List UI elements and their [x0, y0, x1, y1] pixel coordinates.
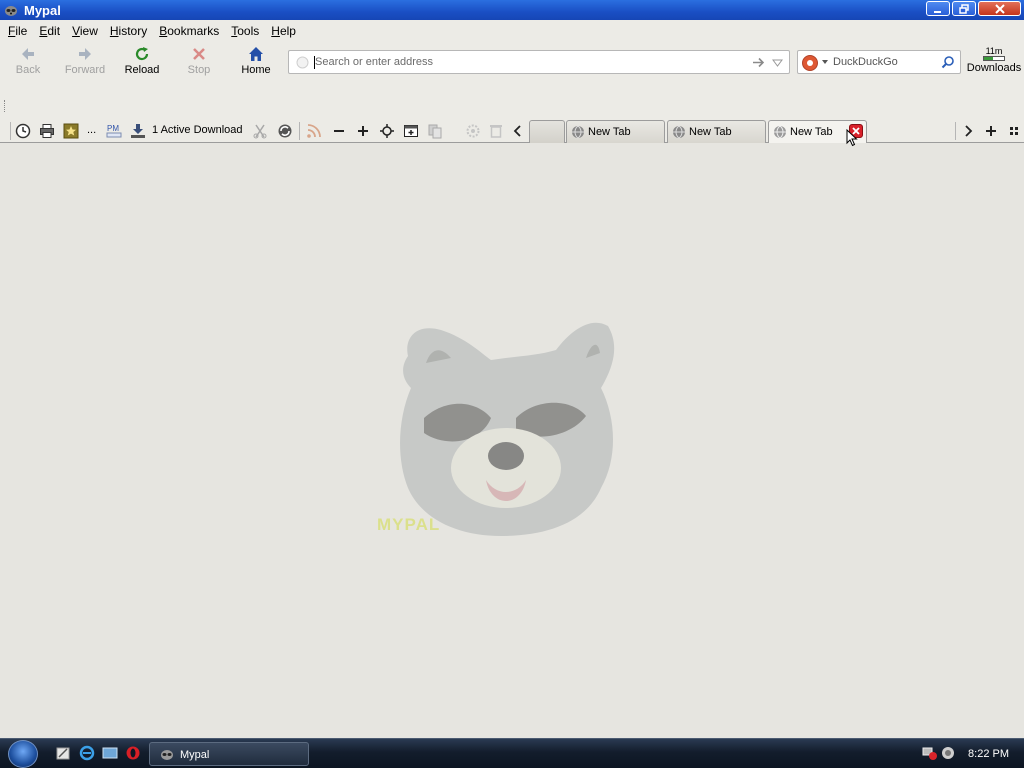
mouse-cursor-icon: [846, 129, 858, 147]
back-button[interactable]: Back: [1, 44, 55, 80]
scroll-tabs-left-icon[interactable]: [509, 122, 527, 140]
system-clock[interactable]: 8:22 PM: [968, 748, 1009, 760]
trash-icon[interactable]: [487, 122, 505, 140]
home-icon: [249, 47, 263, 61]
network-tray-icon[interactable]: [922, 745, 938, 761]
menu-tools[interactable]: Tools: [225, 24, 265, 38]
new-tab-plus-icon[interactable]: [982, 122, 1000, 140]
menu-bar: File Edit View History Bookmarks Tools H…: [0, 20, 1024, 42]
menu-view[interactable]: View: [66, 24, 104, 38]
back-label: Back: [15, 64, 41, 76]
address-placeholder: Search or enter address: [315, 56, 434, 68]
search-icon[interactable]: [941, 55, 955, 69]
raccoon-app-icon: [161, 750, 173, 760]
tab-new-tab-1[interactable]: New Tab: [566, 120, 665, 143]
taskbar-mypal-button[interactable]: Mypal: [149, 742, 309, 766]
tab-label: New Tab: [790, 126, 833, 138]
navigation-toolbar: Back Forward Reload Stop Home Search or …: [0, 42, 1024, 82]
system-tray: 8:22 PM: [920, 739, 1024, 768]
stop-icon: [193, 48, 205, 60]
menu-bookmarks[interactable]: Bookmarks: [153, 24, 225, 38]
close-window-button[interactable]: [978, 1, 1021, 16]
stop-label: Stop: [187, 64, 211, 76]
reload-button[interactable]: Reload: [115, 44, 169, 80]
restore-button[interactable]: [952, 1, 976, 16]
zoom-reset-icon[interactable]: [378, 122, 396, 140]
download-arrow-icon[interactable]: [129, 122, 147, 140]
menu-history[interactable]: History: [104, 24, 153, 38]
logo-text: MYPAL: [377, 515, 441, 534]
bookmarks-toolbar: [0, 98, 1024, 114]
toolbar-grip[interactable]: [4, 100, 5, 112]
quick-launch-app-icon[interactable]: [55, 745, 71, 761]
rss-feed-icon[interactable]: [305, 122, 323, 140]
globe-icon: [673, 125, 685, 139]
volume-tray-icon[interactable]: [940, 745, 956, 761]
all-tabs-grid-icon[interactable]: [1005, 122, 1023, 140]
settings-gear-icon[interactable]: [464, 122, 482, 140]
go-arrow-icon[interactable]: [752, 56, 765, 69]
history-icon[interactable]: [14, 122, 32, 140]
paste-icon[interactable]: [426, 122, 444, 140]
show-desktop-icon[interactable]: [102, 745, 118, 761]
print-icon[interactable]: [38, 122, 56, 140]
forward-button[interactable]: Forward: [58, 44, 112, 80]
reload-icon: [135, 47, 149, 61]
forward-label: Forward: [64, 64, 106, 76]
start-button[interactable]: [4, 739, 44, 768]
scroll-tabs-right-icon[interactable]: [959, 122, 977, 140]
toolbar-separator: [10, 122, 11, 140]
window-title: Mypal: [24, 2, 61, 18]
engine-dropdown-icon[interactable]: [822, 60, 828, 64]
reload-label: Reload: [124, 64, 160, 76]
toolbar-separator: [955, 122, 956, 140]
site-identity-icon: [296, 56, 309, 69]
minimize-button[interactable]: [926, 1, 950, 16]
menu-help[interactable]: Help: [265, 24, 302, 38]
dropdown-arrow-icon[interactable]: [772, 57, 783, 68]
tab-blank[interactable]: [529, 120, 565, 143]
raccoon-app-icon: [4, 3, 18, 17]
taskbar: Mypal 8:22 PM: [0, 738, 1024, 768]
more-tools-overflow[interactable]: ...: [87, 124, 96, 136]
globe-icon: [774, 125, 786, 139]
cut-icon[interactable]: [251, 122, 269, 140]
sync-icon[interactable]: [276, 122, 294, 140]
search-bar[interactable]: DuckDuckGo: [797, 50, 961, 74]
opera-browser-icon[interactable]: [125, 745, 141, 761]
bookmark-star-icon[interactable]: [62, 122, 80, 140]
downloads-button[interactable]: 11m Downloads: [965, 46, 1023, 74]
page-content: MYPAL: [0, 143, 1024, 738]
svg-text:PM: PM: [107, 124, 119, 133]
zoom-in-icon[interactable]: [354, 122, 372, 140]
active-download-status[interactable]: 1 Active Download: [152, 124, 243, 136]
tab-label: New Tab: [588, 126, 631, 138]
internet-explorer-icon[interactable]: [79, 745, 95, 761]
tab-label: New Tab: [689, 126, 732, 138]
new-window-icon[interactable]: [402, 122, 420, 140]
stop-button[interactable]: Stop: [172, 44, 226, 80]
raccoon-logo-image: [400, 322, 615, 536]
page-manager-icon[interactable]: PM: [106, 122, 124, 140]
downloads-progress-icon: [983, 56, 1005, 61]
title-bar: Mypal: [0, 0, 1024, 20]
home-label: Home: [241, 64, 271, 76]
back-arrow-icon: [22, 48, 34, 60]
duckduckgo-engine-icon[interactable]: [802, 55, 818, 71]
downloads-time-remaining: 11m: [985, 46, 1003, 56]
globe-icon: [572, 125, 584, 139]
home-button[interactable]: Home: [229, 44, 283, 80]
tab-toolbar: ... PM 1 Active Download New Tab New Tab…: [0, 119, 1024, 143]
windows-orb-icon: [8, 740, 38, 768]
zoom-out-icon[interactable]: [330, 122, 348, 140]
tab-new-tab-2[interactable]: New Tab: [667, 120, 766, 143]
menu-edit[interactable]: Edit: [33, 24, 66, 38]
toolbar-separator: [299, 122, 300, 140]
downloads-label: Downloads: [966, 62, 1022, 74]
menu-file[interactable]: File: [2, 24, 33, 38]
taskbar-button-label: Mypal: [180, 749, 210, 761]
search-engine-placeholder: DuckDuckGo: [833, 56, 898, 68]
address-bar[interactable]: Search or enter address: [288, 50, 790, 74]
forward-arrow-icon: [79, 48, 91, 60]
